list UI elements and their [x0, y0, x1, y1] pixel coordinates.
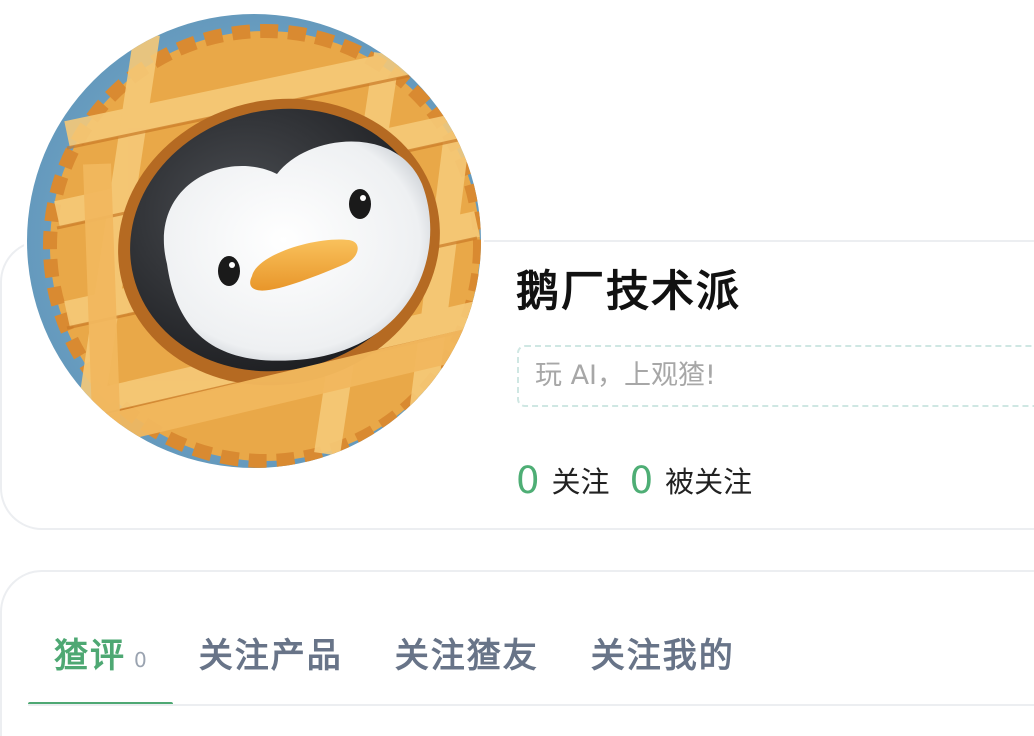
tab-followed-friends-label: 关注猹友: [394, 636, 539, 676]
tab-followers-label: 关注我的: [590, 636, 735, 676]
tab-followers[interactable]: 关注我的: [565, 610, 761, 706]
following-count: 0: [516, 458, 540, 502]
profile-page: 鹅厂技术派 玩 AI，上观猹! 0 关注 0 被关注 猹评 0 关注产品 关注猹友…: [0, 0, 1034, 736]
username: 鹅厂技术派: [516, 267, 741, 317]
bio-field[interactable]: 玩 AI，上观猹!: [517, 345, 1034, 407]
tab-bar: 猹评 0 关注产品 关注猹友 关注我的: [28, 610, 761, 706]
tab-followed-friends[interactable]: 关注猹友: [369, 610, 565, 706]
tab-followed-products-label: 关注产品: [198, 636, 343, 676]
followers-count: 0: [629, 458, 654, 502]
follow-stats: 0 关注 0 被关注: [516, 452, 772, 508]
tab-reviews-label: 猹评: [54, 636, 126, 676]
tab-followed-products[interactable]: 关注产品: [173, 610, 369, 706]
penguin-avatar-icon: [27, 14, 481, 468]
tab-divider: [28, 704, 1034, 706]
avatar[interactable]: [27, 14, 481, 468]
tab-reviews-count: 0: [134, 648, 147, 672]
following-stat[interactable]: 0 关注: [516, 459, 610, 502]
following-label: 关注: [551, 465, 610, 499]
tab-reviews[interactable]: 猹评 0: [28, 610, 173, 706]
followers-stat[interactable]: 0 被关注: [630, 459, 753, 502]
followers-label: 被关注: [665, 465, 753, 499]
